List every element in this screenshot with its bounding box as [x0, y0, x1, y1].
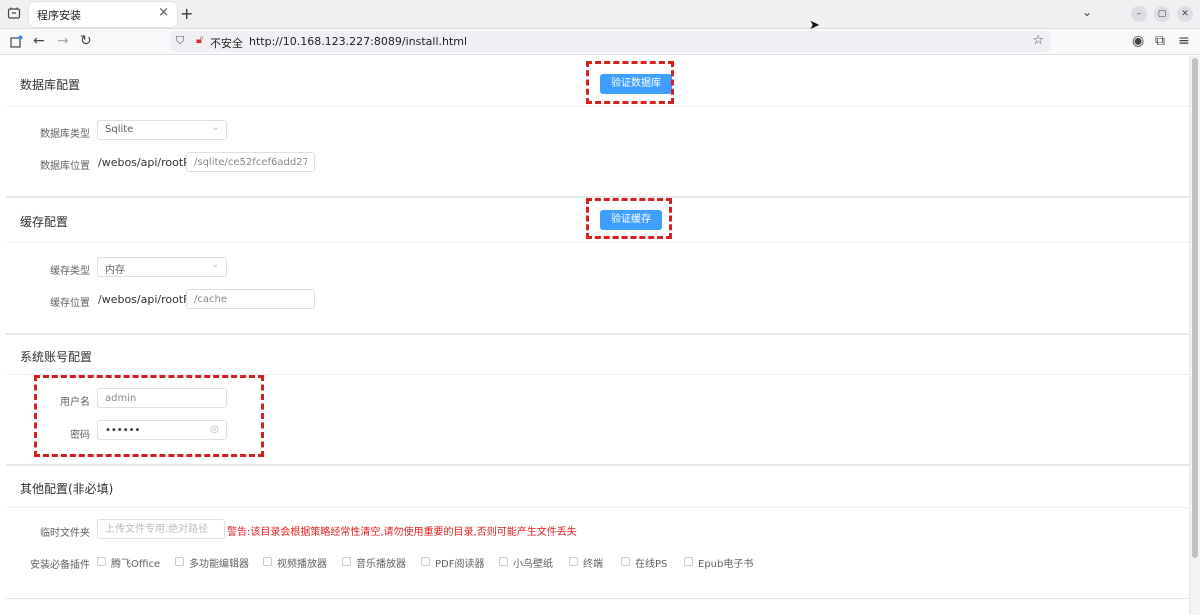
- other-config-header: 其他配置(非必填): [6, 466, 1189, 508]
- mouse-cursor-icon: ➤: [809, 18, 820, 33]
- close-icon[interactable]: ×: [158, 5, 169, 20]
- checkbox[interactable]: [342, 557, 351, 566]
- cache-location-input[interactable]: [186, 289, 315, 309]
- db-location-label: 数据库位置: [40, 161, 90, 172]
- checkbox[interactable]: [421, 557, 430, 566]
- tab-title: 程序安装: [37, 9, 81, 22]
- insecure-lock-icon[interactable]: 🔓︎: [196, 33, 203, 47]
- insecure-label: 不安全: [210, 37, 243, 50]
- account-config-header: 系统账号配置: [6, 335, 1189, 375]
- db-type-value: Sqlite: [105, 124, 134, 135]
- menu-icon[interactable]: ≡: [1178, 33, 1190, 49]
- url-text[interactable]: http://10.168.123.227:8089/install.html: [249, 35, 467, 48]
- maximize-icon[interactable]: ▢: [1154, 6, 1170, 22]
- other-config-title: 其他配置(非必填): [20, 482, 114, 496]
- account-config-title: 系统账号配置: [20, 350, 93, 364]
- close-window-icon[interactable]: ✕: [1177, 6, 1193, 22]
- chevron-down-icon: ⌄: [211, 123, 219, 133]
- forward-icon[interactable]: →: [57, 33, 69, 49]
- account-icon[interactable]: ◉: [1132, 33, 1144, 49]
- db-config-section: 数据库配置 验证数据库 数据库类型 Sqlite ⌄ 数据库位置 /webos/…: [6, 56, 1189, 198]
- browser-navbar: ← → ↻ ⛉ 🔓︎ 不安全 http://10.168.123.227:808…: [0, 29, 1200, 55]
- cache-type-label: 缓存类型: [50, 266, 90, 277]
- db-type-select[interactable]: Sqlite ⌄: [97, 120, 227, 140]
- other-config-section: 其他配置(非必填) 临时文件夹 警告:该目录会根据策略经常性清空,请勿使用重要的…: [6, 466, 1189, 599]
- highlight-box: [586, 61, 674, 104]
- url-bar[interactable]: ⛉ 🔓︎ 不安全 http://10.168.123.227:8089/inst…: [170, 31, 1050, 52]
- highlight-box: [34, 375, 264, 457]
- temp-folder-label: 临时文件夹: [40, 528, 90, 539]
- checkbox[interactable]: [97, 557, 106, 566]
- checkbox[interactable]: [684, 557, 693, 566]
- reload-icon[interactable]: ↻: [80, 33, 92, 49]
- checkbox[interactable]: [621, 557, 630, 566]
- plugin-checkbox-group: 腾飞Office 多功能编辑器 视频播放器 音乐播放器 PDF阅读器 小鸟壁纸 …: [97, 555, 797, 571]
- sidebar-icon[interactable]: [10, 35, 23, 48]
- shield-icon[interactable]: ⛉: [176, 34, 184, 48]
- temp-folder-input[interactable]: [97, 519, 225, 539]
- checkbox[interactable]: [263, 557, 272, 566]
- account-config-section: 系统账号配置 用户名 密码 ◎: [6, 335, 1189, 466]
- cache-type-value: 内存: [105, 265, 125, 276]
- page-scrollbar[interactable]: [1189, 56, 1200, 615]
- temp-folder-warning: 警告:该目录会根据策略经常性清空,请勿使用重要的目录,否则可能产生文件丢失: [227, 527, 577, 538]
- tab-list-icon[interactable]: [7, 6, 21, 20]
- cache-config-section: 缓存配置 验证缓存 缓存类型 内存 ⌄ 缓存位置 /webos/api/root…: [6, 198, 1189, 335]
- db-config-title: 数据库配置: [20, 78, 81, 92]
- db-config-header: 数据库配置 验证数据库: [6, 56, 1189, 107]
- db-type-label: 数据库类型: [40, 129, 90, 140]
- cache-config-title: 缓存配置: [20, 215, 69, 229]
- plugins-label: 安装必备插件: [30, 560, 90, 571]
- extensions-icon[interactable]: ⧉: [1155, 33, 1165, 49]
- cache-type-select[interactable]: 内存 ⌄: [97, 257, 227, 277]
- checkbox[interactable]: [499, 557, 508, 566]
- cache-location-label: 缓存位置: [50, 298, 90, 309]
- back-icon[interactable]: ←: [33, 33, 45, 49]
- browser-tab[interactable]: 程序安装 ×: [29, 2, 177, 27]
- bookmark-star-icon[interactable]: ☆: [1032, 33, 1044, 48]
- new-tab-icon[interactable]: +: [180, 4, 193, 23]
- scrollbar-thumb[interactable]: [1192, 58, 1198, 558]
- chevron-down-icon[interactable]: ⌄: [1082, 5, 1092, 19]
- chevron-down-icon: ⌄: [211, 260, 219, 270]
- browser-titlebar: 程序安装 × + ⌄ – ▢ ✕: [0, 0, 1200, 29]
- checkbox[interactable]: [175, 557, 184, 566]
- highlight-box: [586, 198, 672, 239]
- install-page: 数据库配置 验证数据库 数据库类型 Sqlite ⌄ 数据库位置 /webos/…: [6, 56, 1189, 612]
- cache-config-header: 缓存配置 验证缓存: [6, 198, 1189, 243]
- minimize-icon[interactable]: –: [1131, 6, 1147, 22]
- db-location-input[interactable]: [186, 152, 315, 172]
- checkbox[interactable]: [569, 557, 578, 566]
